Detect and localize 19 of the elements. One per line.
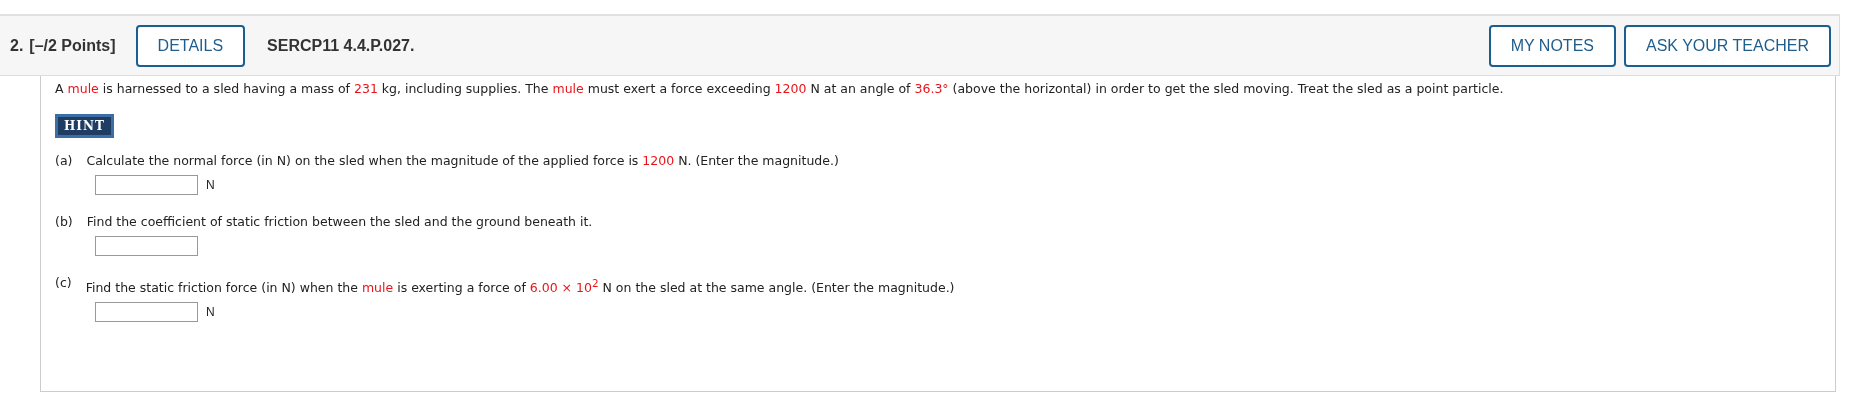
answer-field[interactable] [95, 175, 198, 195]
hint-button[interactable]: HINT [55, 114, 114, 138]
unit-label: N [206, 178, 215, 192]
header-button[interactable]: MY NOTES [1488, 24, 1616, 67]
question-text: A mule is harnessed to a sled having a mass of 231 kg, including supplies. The mule must exert a force exceeding 1200 N at an angle of 36.3° (above the horizontal) in order to get the sled moving. Treat the sled as a point particle. [55, 80, 1505, 98]
points-label: [–/2 Points] [29, 36, 116, 55]
part-label: (c) [55, 274, 72, 292]
unit-label: N [206, 305, 215, 320]
part-question-text: Calculate the normal force (in N) on the sled when the magnitude of the applied force is 1200 N. (Enter the magnitude.) [86, 152, 839, 170]
answer-field[interactable] [95, 302, 198, 323]
part-label: (a) [55, 152, 73, 170]
part-question-text: Find the static friction force (in N) when the mule is exerting a force of 6.00 × 10$^{2}$ N on the sled at the same angle. (Enter the magnitude.) [85, 276, 955, 298]
details-button[interactable]: DETAILS [135, 24, 246, 67]
answer-field[interactable] [95, 236, 198, 256]
problem-id: SERCP11 4.4.P.027. [267, 36, 415, 55]
question-number: 2. [10, 36, 24, 55]
header-button[interactable]: ASK YOUR TEACHER [1624, 24, 1831, 67]
part-label: (b) [55, 213, 73, 231]
part-question-text: Find the coefficient of static friction between the sled and the ground beneath it. [86, 213, 593, 231]
